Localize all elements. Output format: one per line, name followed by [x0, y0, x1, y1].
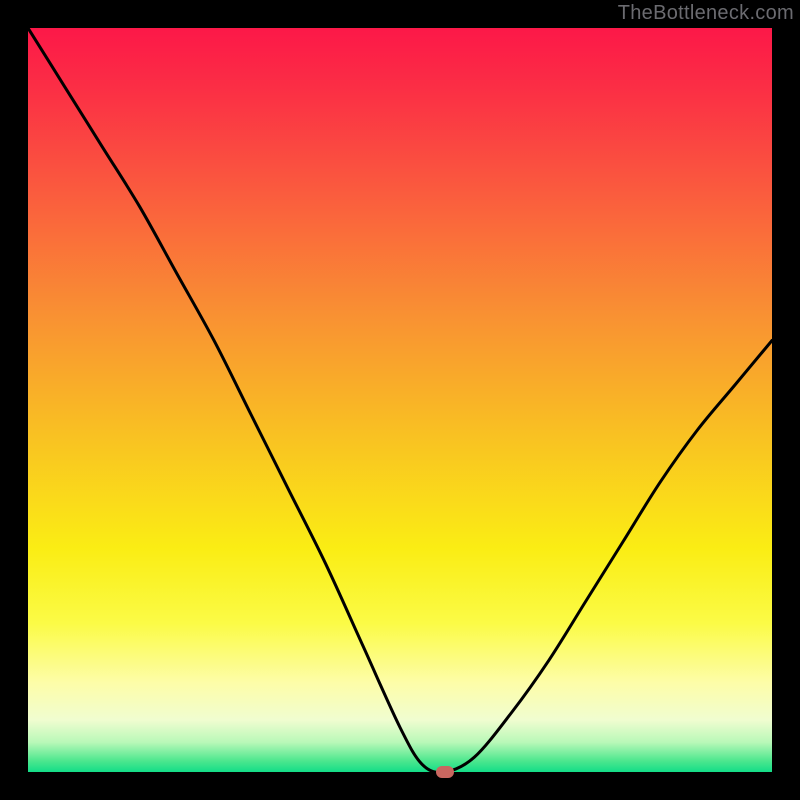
chart-frame: TheBottleneck.com [0, 0, 800, 800]
optimal-point-marker [436, 766, 454, 778]
plot-area [28, 28, 772, 772]
bottleneck-curve [28, 28, 772, 772]
watermark-text: TheBottleneck.com [618, 2, 794, 25]
